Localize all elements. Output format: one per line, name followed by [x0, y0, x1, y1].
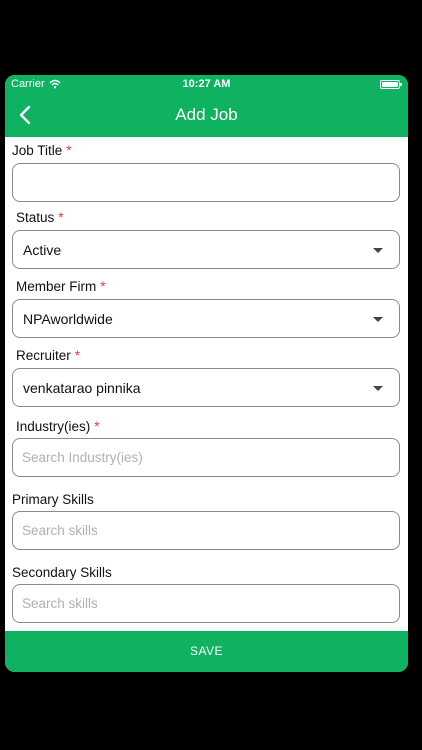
- required-marker: *: [100, 279, 106, 294]
- chevron-down-icon: [373, 317, 383, 322]
- member-firm-value: NPAworldwide: [23, 311, 113, 327]
- status-value: Active: [23, 242, 62, 258]
- battery-icon: [380, 80, 402, 89]
- required-marker: *: [94, 419, 100, 434]
- page-title: Add Job: [175, 105, 238, 124]
- chevron-down-icon: [373, 386, 383, 391]
- recruiter-value: venkatarao pinnika: [23, 380, 141, 396]
- industries-placeholder: Search Industry(ies): [22, 450, 143, 465]
- member-firm-select[interactable]: NPAworldwide: [12, 299, 400, 338]
- status-time: 10:27 AM: [182, 78, 231, 90]
- recruiter-select[interactable]: venkatarao pinnika: [12, 368, 400, 407]
- primary-skills-search-input[interactable]: Search skills: [12, 511, 400, 550]
- status-bar: Carrier 10:27 AM: [5, 75, 408, 95]
- required-marker: *: [66, 143, 72, 158]
- member-firm-label: Member Firm *: [16, 279, 106, 294]
- job-title-label: Job Title *: [12, 143, 72, 158]
- primary-skills-placeholder: Search skills: [22, 523, 98, 538]
- secondary-skills-search-input[interactable]: Search skills: [12, 584, 400, 623]
- secondary-skills-label: Secondary Skills: [12, 565, 112, 580]
- status-label: Status *: [16, 210, 64, 225]
- save-button[interactable]: SAVE: [5, 631, 408, 672]
- required-marker: *: [74, 348, 81, 363]
- secondary-skills-placeholder: Search skills: [22, 596, 98, 611]
- required-marker: *: [58, 210, 64, 225]
- industries-label: Industry(ies) *: [16, 419, 100, 434]
- chevron-down-icon: [373, 248, 383, 253]
- recruiter-label: Recruiter *: [16, 348, 81, 363]
- app-screen: Carrier 10:27 AM Add Job Job Title * Stat…: [5, 75, 408, 672]
- job-title-input[interactable]: [12, 163, 400, 202]
- nav-bar: Add Job: [5, 95, 408, 137]
- status-select[interactable]: Active: [12, 230, 400, 269]
- industries-search-input[interactable]: Search Industry(ies): [12, 438, 400, 477]
- primary-skills-label: Primary Skills: [12, 492, 94, 507]
